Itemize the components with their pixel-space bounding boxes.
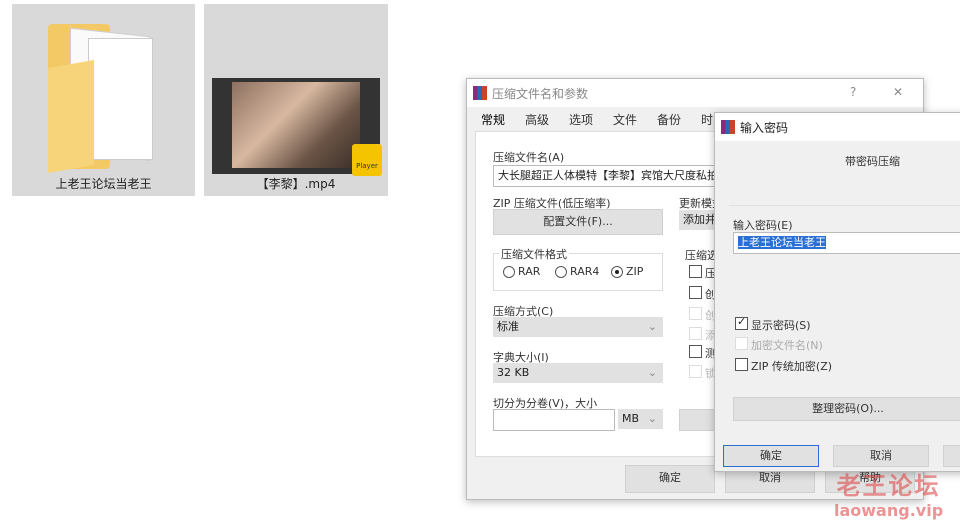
show-password-checkbox[interactable]: ✓ <box>735 315 748 330</box>
watermark-url: laowang.vip <box>834 501 944 520</box>
profile-button[interactable]: 配置文件(F)... <box>493 209 663 235</box>
password-dialog-title: 输入密码 <box>740 120 789 135</box>
archive-name-label: 压缩文件名(A) <box>493 151 565 164</box>
watermark: 老王论坛 laowang.vip <box>834 466 943 520</box>
encrypt-names-checkbox <box>735 337 748 350</box>
folder-tile[interactable]: 上老王论坛当老王 <box>12 4 195 196</box>
option-checkbox <box>689 365 702 378</box>
help-icon[interactable]: ? <box>850 85 856 99</box>
password-cancel-button[interactable]: 取消 <box>833 445 929 467</box>
player-badge: Player <box>352 144 382 176</box>
tab-general[interactable]: 常规 <box>481 111 505 128</box>
organize-passwords-button[interactable]: 整理密码(O)... <box>733 397 960 421</box>
split-unit-select[interactable]: MB ⌄ <box>618 409 663 429</box>
video-tile[interactable]: Player 【李黎】.mp4 <box>204 4 388 196</box>
watermark-cn: 老王论坛 <box>836 472 941 500</box>
folder-label: 上老王论坛当老王 <box>55 177 152 191</box>
format-label: 压缩文件格式 <box>499 246 569 262</box>
format-zip-radio[interactable]: ZIP <box>611 265 643 278</box>
option-checkbox <box>689 327 702 340</box>
option-checkbox[interactable] <box>689 286 702 299</box>
video-label: 【李黎】.mp4 <box>256 177 336 191</box>
encrypt-names-label: 加密文件名(N) <box>751 339 823 352</box>
zip-legacy-label: ZIP 传统加密(Z) <box>751 360 833 373</box>
tab-files[interactable]: 文件 <box>613 111 637 128</box>
split-size-input[interactable] <box>493 409 615 431</box>
option-checkbox <box>689 307 702 320</box>
format-rar4-radio[interactable]: RAR4 <box>555 265 599 278</box>
dict-select[interactable]: 32 KB ⌄ <box>493 363 663 383</box>
password-label: 输入密码(E) <box>733 219 793 232</box>
tab-advanced[interactable]: 高级 <box>525 111 549 128</box>
format-rar-radio[interactable]: RAR <box>503 265 540 278</box>
tab-backup[interactable]: 备份 <box>657 111 681 128</box>
close-icon[interactable]: ✕ <box>893 85 903 99</box>
password-heading: 带密码压缩 <box>845 155 900 168</box>
title-bar: 压缩文件名和参数 ? ✕ <box>467 79 923 107</box>
tab-time[interactable]: 时 <box>701 111 713 128</box>
password-dialog: 输入密码 带密码压缩 输入密码(E) 上老王论坛当老王 ✓ 显示密码(S) 加密… <box>714 112 960 472</box>
password-title-bar: 输入密码 <box>715 113 960 141</box>
tab-options[interactable]: 选项 <box>569 111 593 128</box>
winrar-logo-icon <box>721 120 735 134</box>
option-checkbox[interactable] <box>689 265 702 278</box>
ok-button[interactable]: 确定 <box>625 465 715 493</box>
option-checkbox[interactable] <box>689 345 702 358</box>
method-select[interactable]: 标准 ⌄ <box>493 317 663 337</box>
password-help-button[interactable] <box>943 445 960 467</box>
zip-legacy-checkbox[interactable] <box>735 358 748 371</box>
password-ok-button[interactable]: 确定 <box>723 445 819 467</box>
password-input[interactable]: 上老王论坛当老王 <box>733 232 960 254</box>
folder-icon <box>48 24 158 174</box>
dialog-title: 压缩文件名和参数 <box>492 86 589 101</box>
show-password-label: 显示密码(S) <box>751 319 811 332</box>
winrar-logo-icon <box>473 86 487 100</box>
